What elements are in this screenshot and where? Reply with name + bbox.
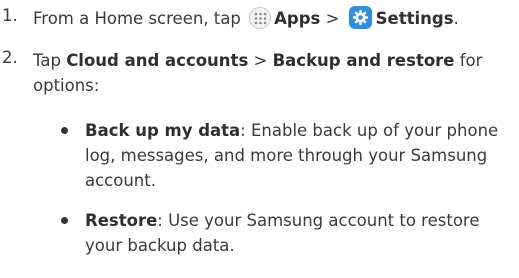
- step-text: Tap Cloud and accounts > Backup and rest…: [33, 48, 503, 98]
- bullet-dot: [57, 118, 85, 193]
- list-item-text: Back up my data: Enable back up of your …: [85, 118, 510, 193]
- step-text: From a Home screen, tap Apps > Settings.: [33, 6, 459, 31]
- separator-chevron: >: [325, 9, 340, 28]
- separator-chevron: >: [253, 51, 268, 70]
- step-1-end: .: [453, 9, 459, 28]
- step-number: 2.: [2, 48, 18, 67]
- step-number: 1.: [2, 6, 18, 25]
- step-1-intro: From a Home screen, tap: [33, 9, 241, 28]
- list-item: Restore: Use your Samsung account to res…: [57, 208, 512, 258]
- step-1: 1. From a Home screen, tap Apps > Settin…: [0, 6, 459, 31]
- apps-label: Apps: [274, 9, 321, 28]
- step-2: 2. Tap Cloud and accounts > Backup and r…: [0, 48, 515, 98]
- list-item-text: Restore: Use your Samsung account to res…: [85, 208, 510, 258]
- list-item-term: Restore: [85, 211, 158, 230]
- settings-label: Settings: [375, 9, 454, 28]
- list-item-term: Back up my data: [85, 121, 241, 140]
- backup-restore-label: Backup and restore: [272, 51, 455, 70]
- settings-gear-icon: [348, 6, 372, 29]
- list-item: Back up my data: Enable back up of your …: [57, 118, 512, 193]
- apps-grid-icon: [249, 7, 272, 29]
- step-2-intro: Tap: [33, 51, 61, 70]
- bullet-dot: [57, 208, 85, 258]
- cloud-accounts-label: Cloud and accounts: [66, 51, 249, 70]
